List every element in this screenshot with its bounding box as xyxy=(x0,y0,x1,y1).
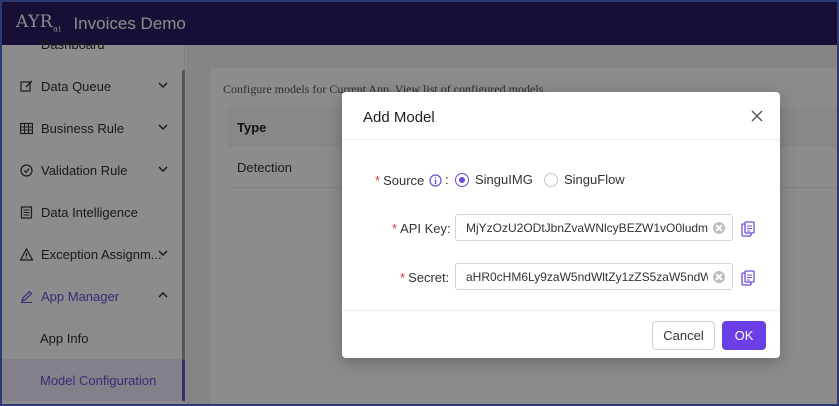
source-option-label: SinguFlow xyxy=(564,172,625,187)
close-icon[interactable] xyxy=(749,108,765,124)
secret-input[interactable]: aHR0cHM6Ly9zaW5ndWltZy1zZS5zaW5ndWltZy5j… xyxy=(455,263,733,290)
clear-icon[interactable] xyxy=(713,222,725,234)
label-colon: : xyxy=(445,172,449,187)
secret-label: * Secret: xyxy=(400,270,450,285)
clear-icon[interactable] xyxy=(713,271,725,283)
app-window: AYRai Invoices Demo Dashboard Data Queue… xyxy=(0,0,839,406)
required-marker: * xyxy=(375,173,381,188)
cancel-button[interactable]: Cancel xyxy=(652,321,715,350)
api-key-value: MjYzOzU2ODtJbnZvaWNlcyBEZW1vO0ludm9 xyxy=(466,221,708,235)
secret-value: aHR0cHM6Ly9zaW5ndWltZy1zZS5zaW5ndWltZy5j… xyxy=(466,270,708,284)
clipboard-icon[interactable] xyxy=(740,221,756,237)
required-marker: * xyxy=(392,221,398,236)
required-marker: * xyxy=(400,270,406,285)
clipboard-icon[interactable] xyxy=(740,270,756,286)
divider xyxy=(342,310,780,311)
source-radio-singuimg[interactable] xyxy=(455,173,469,187)
api-key-label: * API Key: xyxy=(392,221,451,236)
info-icon[interactable] xyxy=(429,174,442,187)
source-radio-singuflow[interactable] xyxy=(544,173,558,187)
dialog-title: Add Model xyxy=(363,109,435,126)
ok-button[interactable]: OK xyxy=(722,321,766,350)
source-option-label: SinguIMG xyxy=(475,172,533,187)
source-label: * Source xyxy=(375,173,425,188)
divider xyxy=(342,139,780,140)
add-model-dialog: Add Model * Source : SinguIMG SinguFlow *… xyxy=(342,92,780,358)
api-key-input[interactable]: MjYzOzU2ODtJbnZvaWNlcyBEZW1vO0ludm9 xyxy=(455,214,733,241)
